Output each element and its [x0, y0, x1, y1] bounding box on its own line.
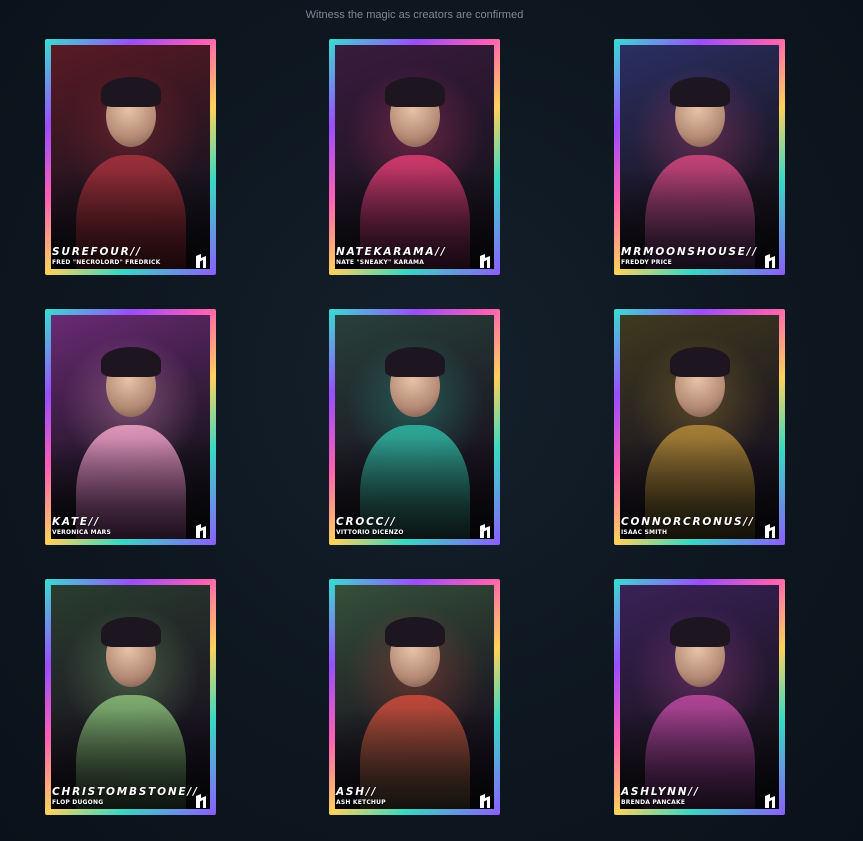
page-subtitle: Witness the magic as creators are confir… [305, 9, 524, 21]
creator-logo-icon [195, 523, 208, 539]
card-real-name: ISAAC SMITH [621, 529, 668, 536]
card-real-name: VITTORIO DICENZO [336, 529, 404, 536]
card-artwork [335, 45, 494, 269]
creator-logo-icon [764, 793, 777, 809]
creator-logo-icon [479, 793, 492, 809]
police-officer-portrait [620, 45, 779, 269]
card-creator-name: ASHLYNN// [621, 786, 700, 798]
card-artwork [620, 585, 779, 809]
creator-logo-icon [764, 253, 777, 269]
biker-cap-portrait [51, 585, 210, 809]
card-creator-name: KATE// [52, 516, 101, 528]
red-hair-bandana-portrait [335, 585, 494, 809]
police-woman-portrait [620, 585, 779, 809]
creator-card[interactable]: CHRISTOMBSTONE//FLOP DUGONG [45, 579, 216, 815]
card-artwork [51, 45, 210, 269]
creator-card[interactable]: MRMOONSHOUSE//FREDDY PRICE [614, 39, 785, 275]
card-artwork [620, 45, 779, 269]
creator-logo-icon [479, 253, 492, 269]
card-creator-name: SUREFOUR// [52, 246, 142, 258]
card-creator-name: CHRISTOMBSTONE// [52, 786, 199, 798]
card-artwork [51, 315, 210, 539]
card-real-name: FRED "NECROLORD" FREDRICK [52, 259, 161, 266]
creator-card[interactable]: SUREFOUR//FRED "NECROLORD" FREDRICK [45, 39, 216, 275]
card-real-name: NATE "SNEAKY" KARAMA [336, 259, 425, 266]
card-creator-name: ASH// [336, 786, 378, 798]
creator-logo-icon [764, 523, 777, 539]
creator-card[interactable]: ASHLYNN//BRENDA PANCAKE [614, 579, 785, 815]
creator-logo-icon [195, 793, 208, 809]
masked-figure-portrait [51, 45, 210, 269]
man-teal-shirt-portrait [335, 315, 494, 539]
creator-logo-icon [479, 523, 492, 539]
woman-pink-jacket-portrait [51, 315, 210, 539]
card-real-name: FLOP DUGONG [52, 799, 104, 806]
creator-card[interactable]: ASH//ASH KETCHUP [329, 579, 500, 815]
card-real-name: VERONICA MARS [52, 529, 112, 536]
card-artwork [51, 585, 210, 809]
card-real-name: ASH KETCHUP [336, 799, 386, 806]
card-creator-name: CONNORCRONUS// [621, 516, 755, 528]
creator-card[interactable]: CROCC//VITTORIO DICENZO [329, 309, 500, 545]
creator-logo-icon [195, 253, 208, 269]
card-real-name: FREDDY PRICE [621, 259, 672, 266]
card-creator-name: CROCC// [336, 516, 397, 528]
old-man-coat-portrait [620, 315, 779, 539]
card-artwork [620, 315, 779, 539]
creator-card[interactable]: NATEKARAMA//NATE "SNEAKY" KARAMA [329, 39, 500, 275]
card-real-name: BRENDA PANCAKE [621, 799, 686, 806]
card-creator-name: NATEKARAMA// [336, 246, 447, 258]
card-artwork [335, 315, 494, 539]
card-artwork [335, 585, 494, 809]
card-creator-name: MRMOONSHOUSE// [621, 246, 759, 258]
creator-card[interactable]: CONNORCRONUS//ISAAC SMITH [614, 309, 785, 545]
creator-card[interactable]: KATE//VERONICA MARS [45, 309, 216, 545]
skeleton-magician-portrait [335, 45, 494, 269]
